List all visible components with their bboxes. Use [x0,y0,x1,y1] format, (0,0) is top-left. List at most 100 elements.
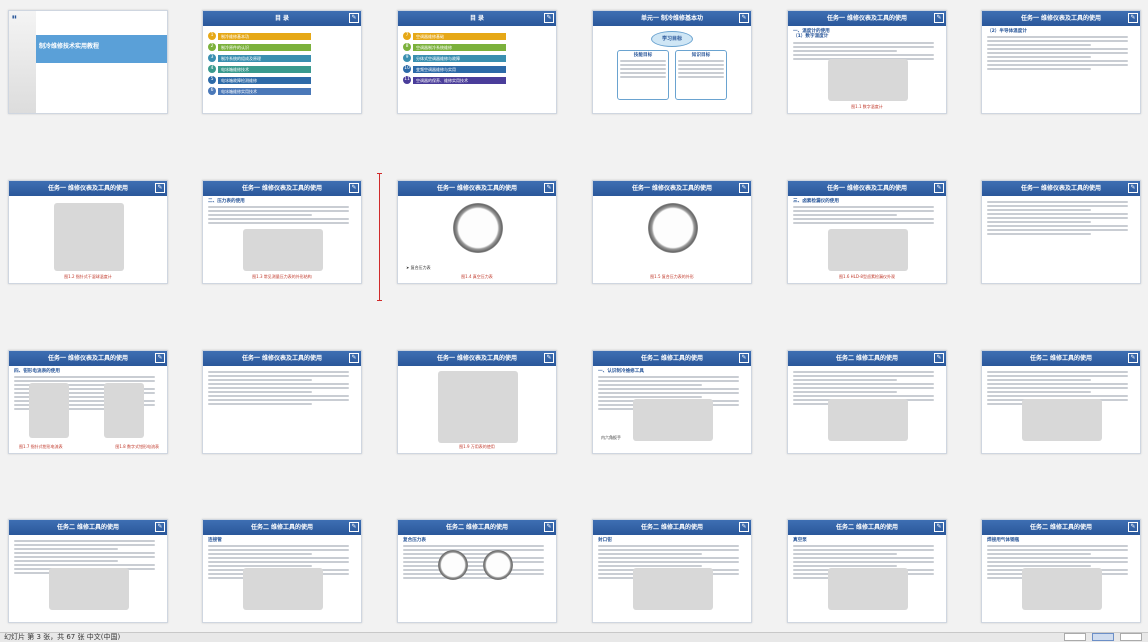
slide-thumbnail-7[interactable]: 任务一 维修仪表及工具的使用 ✎ 图1.2 指针式干湿球温度计 [8,180,168,284]
slide-thumbnail-1[interactable]: ▮▮ 制冷维修技术实用教程 [8,10,168,114]
slide-thumbnail-24[interactable]: 任务二 维修工具的使用 ✎ 焊接用气体钢瓶 [981,519,1141,623]
slide-header-text: 任务一 维修仪表及工具的使用 [826,185,908,192]
slide-body: 三、卤素检漏仪的使用 [788,196,946,229]
slide-sorter-grid: ▮▮ 制冷维修技术实用教程 目 录 ✎ 1 制冷维修基本功 2 制冷原件的认识 3 制冷系统的组成… [0,0,1148,632]
slide-thumbnail-10[interactable]: 任务一 维修仪表及工具的使用 ✎ 图1.5 复合压力表的外形 [592,180,752,284]
slide-thumbnail-2[interactable]: 目 录 ✎ 1 制冷维修基本功 2 制冷原件的认识 3 制冷系统的组成及原理 4 电冰箱维修技术 5… [202,10,362,114]
text-line [208,371,349,373]
slide-thumbnail-16[interactable]: 任务二 维修工具的使用 ✎ 一、认识制冷维修工具 内六角扳手 [592,350,752,454]
slide-header: 任务二 维修工具的使用 ✎ [203,520,361,535]
text-line [208,399,349,401]
slide-header-text: 任务二 维修工具的使用 [1029,355,1093,362]
text-line [987,375,1128,377]
slide-thumbnail-11[interactable]: 任务一 维修仪表及工具的使用 ✎ 三、卤素检漏仪的使用 图1.6 HLD-8型卤素检漏… [787,180,947,284]
slide-body: 1 制冷维修基本功 2 制冷原件的认识 3 制冷系统的组成及原理 4 电冰箱维修技术 5 电冰箱故… [203,26,361,101]
slide-header: 任务一 维修仪表及工具的使用 ✎ [9,351,167,366]
corner-icon: ✎ [349,13,359,23]
corner-icon: ✎ [349,353,359,363]
corner-icon: ✎ [155,522,165,532]
slide-thumbnail-22[interactable]: 任务二 维修工具的使用 ✎ 封口钳 [592,519,752,623]
figure-image [243,229,323,271]
text-line [987,48,1128,51]
section-heading: 三、卤素检漏仪的使用 [793,199,839,204]
slide-header: 任务一 维修仪表及工具的使用 ✎ [788,181,946,196]
slide-header-text: 目 录 [274,15,290,22]
corner-icon: ✎ [155,183,165,193]
toc-item: 5 电冰箱故障检测维修 [208,76,356,84]
slide-header-text: 任务一 维修仪表及工具的使用 [436,185,518,192]
text-line [987,225,1128,227]
slide-thumbnail-8[interactable]: 任务一 维修仪表及工具的使用 ✎ 二、压力表的使用 图1.3 常见测量压力表的外形结构 [202,180,362,284]
figure-caption: 图1.3 常见测量压力表的外形结构 [252,274,312,279]
slide-thumbnail-5[interactable]: 任务一 维修仪表及工具的使用 ✎ 一、温度计的使用 （1）数字温度计 图1.1 数字温度… [787,10,947,114]
goal-box-title: 技能目标 [633,53,653,58]
slide-thumbnail-23[interactable]: 任务二 维修工具的使用 ✎ 真空泵 [787,519,947,623]
corner-icon: ✎ [1128,522,1138,532]
slide-header: 目 录 ✎ [203,11,361,26]
corner-icon: ✎ [934,13,944,23]
slide-thumbnail-12[interactable]: 任务一 维修仪表及工具的使用 ✎ [981,180,1141,284]
toc-number: 3 [208,54,216,62]
toc-number: 8 [403,43,411,51]
slide-thumbnail-18[interactable]: 任务二 维修工具的使用 ✎ [981,350,1141,454]
slide-thumbnail-6[interactable]: 任务一 维修仪表及工具的使用 ✎ （2）半导体温度计 [981,10,1141,114]
slide-thumbnail-20[interactable]: 任务二 维修工具的使用 ✎ 连接管 [202,519,362,623]
figure-image [828,59,908,101]
slide-header-text: 任务一 维修仪表及工具的使用 [241,185,323,192]
slide-thumbnail-17[interactable]: 任务二 维修工具的使用 ✎ [787,350,947,454]
text-line [793,561,934,564]
figure-image [1022,399,1102,441]
slide-header-text: 任务一 维修仪表及工具的使用 [631,185,713,192]
text-line [987,233,1091,235]
goal-box-title: 知识目标 [691,53,711,58]
slide-header-text: 任务一 维修仪表及工具的使用 [1020,15,1102,22]
slide-thumbnail-9[interactable]: 任务一 维修仪表及工具的使用 ✎ ➤ 复合压力表 图1.4 真空压力表 [397,180,557,284]
slide-header-text: 任务二 维修工具的使用 [56,524,120,531]
text-line [793,45,934,48]
text-line [987,68,1091,71]
slide-body [9,196,167,202]
slide-thumbnail-14[interactable]: 任务一 维修仪表及工具的使用 ✎ [202,350,362,454]
text-line [403,545,544,548]
figure-image [49,568,129,610]
corner-icon: ✎ [349,183,359,193]
text-line [14,564,155,566]
slide-thumbnail-21[interactable]: 任务二 维修工具的使用 ✎ 复合压力表 [397,519,557,623]
corner-icon: ✎ [1128,183,1138,193]
section-heading: 真空泵 [793,538,807,543]
text-line [987,229,1128,231]
text-line [14,548,118,550]
slideshow-button[interactable] [1120,633,1142,641]
slide-thumbnail-13[interactable]: 任务一 维修仪表及工具的使用 ✎ 四、钳形电流表的使用 图1.7 指针式钳形电流表 图1… [8,350,168,454]
slide-header-text: 任务一 维修仪表及工具的使用 [241,355,323,362]
text-line [208,210,349,213]
slide-thumbnail-4[interactable]: 单元一 制冷维修基本功 ✎ 学习目标 技能目标 知识目标 [592,10,752,114]
text-line [14,552,155,554]
section-heading: 复合压力表 [403,538,426,543]
toc-item: 6 电冰箱维修实用技术 [208,87,356,95]
text-line [678,76,724,79]
slide-sorter-view-button[interactable] [1092,633,1114,641]
section-heading: （2）半导体温度计 [987,29,1027,34]
slide-header: 任务一 维修仪表及工具的使用 ✎ [203,351,361,366]
text-line [403,549,544,552]
corner-icon: ✎ [544,183,554,193]
slide-thumbnail-15[interactable]: 任务一 维修仪表及工具的使用 ✎ 图1.9 万用表的使用 [397,350,557,454]
text-line [208,375,349,377]
toc-label: 制冷系统的组成及原理 [218,54,311,62]
section-heading: 焊接用气体钢瓶 [987,538,1020,543]
text-line [14,376,155,379]
text-line [987,371,1128,373]
slide-header: 任务一 维修仪表及工具的使用 ✎ [398,351,556,366]
text-line [208,379,312,381]
section-heading: 封口钳 [598,538,612,543]
figure-note: ➤ 复合压力表 [406,265,431,270]
normal-view-button[interactable] [1064,633,1086,641]
slide-thumbnail-19[interactable]: 任务二 维修工具的使用 ✎ [8,519,168,623]
slide-header-text: 任务二 维修工具的使用 [835,524,899,531]
section-heading: 四、钳形电流表的使用 [14,369,60,374]
goal-columns: 技能目标 知识目标 [598,50,746,100]
text-line [620,64,666,67]
slide-thumbnail-3[interactable]: 目 录 ✎ 7 空调器维修基础 8 空调器制冷系统维修 9 分体式空调器维修与故障 10 变频空调… [397,10,557,114]
slide-body [982,196,1140,240]
